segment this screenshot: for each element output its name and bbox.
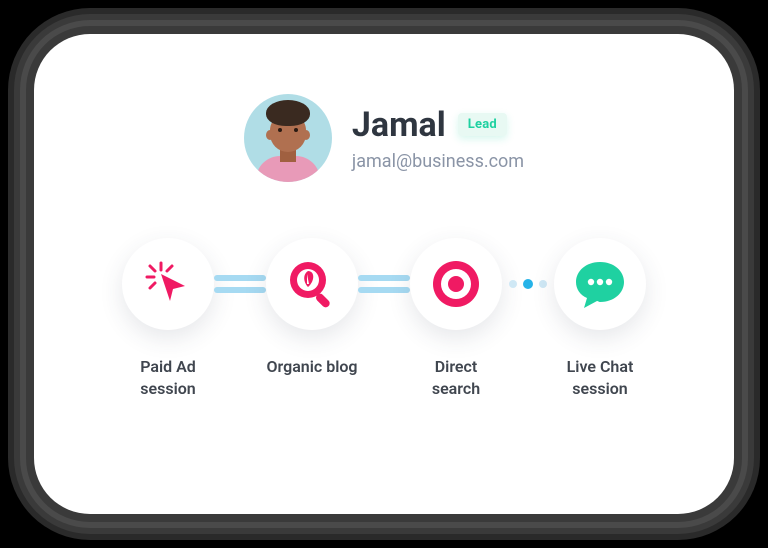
- leaf-search-icon: [285, 257, 339, 311]
- avatar: [244, 94, 332, 182]
- target-icon: [429, 257, 483, 311]
- journey-labels: Paid Ad session Organic blog Direct sear…: [94, 356, 674, 399]
- journey-step-organic-blog: [266, 238, 358, 330]
- connector-dots: [502, 279, 554, 289]
- journey-step-direct-search: [410, 238, 502, 330]
- profile-name: Jamal: [352, 105, 446, 145]
- status-badge: Lead: [458, 113, 507, 136]
- step-label: Organic blog: [266, 356, 358, 399]
- journey-step-live-chat: [554, 238, 646, 330]
- profile-info: Jamal Lead jamal@business.com: [352, 105, 524, 172]
- cursor-click-icon: [143, 259, 193, 309]
- profile-header: Jamal Lead jamal@business.com: [244, 94, 524, 182]
- connector-double: [214, 274, 266, 294]
- profile-email: jamal@business.com: [352, 151, 524, 172]
- journey-row: [94, 238, 674, 330]
- card-frame: Jamal Lead jamal@business.com: [34, 34, 734, 514]
- connector-double: [358, 274, 410, 294]
- chat-icon: [572, 256, 628, 312]
- step-label: Paid Ad session: [122, 356, 214, 399]
- step-label: Live Chat session: [554, 356, 646, 399]
- journey-step-paid-ad: [122, 238, 214, 330]
- step-label: Direct search: [410, 356, 502, 399]
